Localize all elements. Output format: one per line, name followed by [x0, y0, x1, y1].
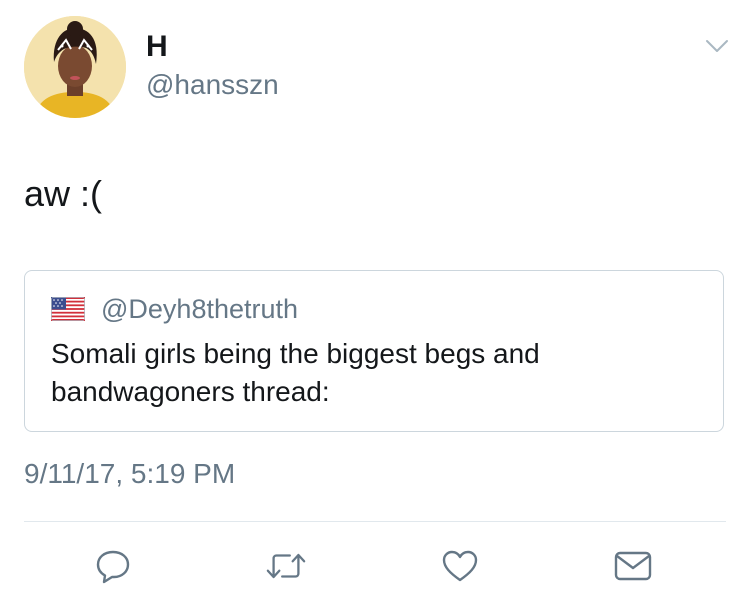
chevron-down-icon[interactable] [702, 34, 732, 58]
direct-message-icon [614, 551, 652, 581]
quoted-tweet-text: Somali girls being the biggest begs and … [51, 338, 540, 407]
direct-message-button[interactable] [612, 545, 654, 587]
retweet-icon [266, 553, 306, 579]
author-display-name[interactable]: H [146, 30, 168, 64]
author-handle[interactable]: @hansszn [146, 68, 279, 102]
divider [24, 521, 726, 522]
avatar-image [24, 16, 126, 118]
tweet-timestamp: 9/11/17, 5:19 PM [24, 458, 236, 489]
like-icon [442, 550, 478, 582]
us-flag-icon [51, 297, 85, 321]
quoted-tweet-handle[interactable]: @Deyh8thetruth [101, 291, 298, 327]
avatar[interactable] [24, 16, 126, 118]
quoted-tweet-card[interactable]: @Deyh8thetruth Somali girls being the bi… [24, 270, 724, 432]
quoted-tweet-header: @Deyh8thetruth [51, 291, 298, 327]
retweet-button[interactable] [265, 545, 307, 587]
like-button[interactable] [439, 545, 481, 587]
tweet-text: aw :( [24, 173, 103, 214]
reply-button[interactable] [92, 545, 134, 587]
reply-icon [96, 550, 130, 584]
